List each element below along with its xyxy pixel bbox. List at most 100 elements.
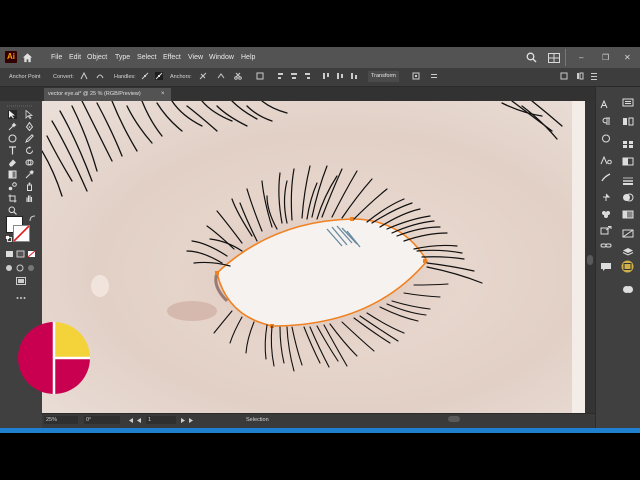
convert-smooth-icon[interactable]: [96, 72, 104, 80]
connect-anchors-icon[interactable]: [217, 72, 225, 80]
menu-type[interactable]: Type: [115, 52, 130, 64]
comments-panel-icon[interactable]: [600, 262, 612, 271]
workspace-grid-icon[interactable]: [548, 53, 560, 63]
cut-path-icon[interactable]: [234, 72, 242, 80]
zoom-level-field[interactable]: 25%: [44, 416, 78, 424]
show-handles-icon[interactable]: [141, 72, 149, 80]
menu-view[interactable]: View: [188, 52, 203, 64]
selection-tool-icon[interactable]: [8, 110, 17, 119]
gradient-panel-icon[interactable]: [622, 210, 634, 219]
anchors-label: Anchors:: [170, 74, 192, 80]
status-tool-text: Selection: [246, 417, 269, 423]
shape-builder-tool-icon[interactable]: [25, 158, 34, 167]
home-icon[interactable]: [22, 52, 33, 63]
pathfinder-panel-icon[interactable]: [622, 285, 634, 294]
swatches-panel-icon[interactable]: [622, 140, 634, 149]
type-tool-icon[interactable]: [8, 146, 17, 155]
layers-panel-icon[interactable]: [622, 247, 634, 256]
eraser-tool-icon[interactable]: [8, 158, 17, 167]
vertical-scroll-thumb[interactable]: [587, 255, 593, 265]
horizontal-scroll-thumb[interactable]: [448, 416, 460, 422]
color-mode-icons[interactable]: [5, 250, 38, 258]
align-middle-icon[interactable]: [336, 72, 344, 80]
align-right-icon[interactable]: [303, 72, 311, 80]
workspace-icon[interactable]: [576, 72, 584, 80]
maximize-button[interactable]: ❐: [602, 52, 609, 64]
export-panel-icon[interactable]: [600, 226, 612, 235]
remove-anchor-icon[interactable]: [199, 72, 207, 80]
panel-menu-icon[interactable]: [590, 72, 598, 80]
align-bottom-icon[interactable]: [350, 72, 358, 80]
magic-wand-tool-icon[interactable]: [8, 122, 17, 131]
pencil-tool-icon[interactable]: [25, 134, 34, 143]
transparency-panel-icon[interactable]: [622, 193, 634, 202]
direct-selection-tool-icon[interactable]: [25, 110, 34, 119]
artboard-number-field[interactable]: 1: [146, 416, 176, 424]
drawing-mode-icons[interactable]: [5, 264, 38, 272]
handles-label: Handles:: [114, 74, 136, 80]
anchor-point-label: Anchor Point: [9, 74, 41, 80]
swap-colors-icon[interactable]: [29, 215, 36, 222]
menu-window[interactable]: Window: [209, 52, 234, 64]
taskbar-accent-strip: [0, 428, 640, 433]
character-panel-icon[interactable]: [600, 100, 612, 109]
menu-edit[interactable]: Edit: [69, 52, 81, 64]
stroke-none-indicator: [13, 225, 30, 242]
stroke-panel-icon[interactable]: [622, 176, 634, 185]
edit-toolbar-icon[interactable]: [16, 296, 26, 300]
artboard-canvas[interactable]: [42, 101, 585, 413]
more-options-icon[interactable]: [430, 72, 438, 80]
properties-panel-icon[interactable]: [622, 98, 634, 107]
screen-mode-icon[interactable]: [16, 277, 26, 285]
symbols-panel-icon[interactable]: [600, 193, 612, 202]
transform-button[interactable]: Transform: [368, 71, 399, 82]
pen-tool-icon[interactable]: [25, 122, 34, 131]
gradient-tool-icon[interactable]: [8, 170, 17, 179]
isolate-path-icon[interactable]: [256, 72, 264, 80]
minimize-button[interactable]: –: [579, 52, 583, 64]
opentype-panel-icon[interactable]: [600, 134, 612, 143]
glyphs-panel-icon[interactable]: [600, 156, 612, 165]
default-colors-icon[interactable]: [5, 235, 12, 242]
document-tab-title: vector eye.ai* @ 25 % (RGB/Preview): [48, 91, 141, 97]
menu-help[interactable]: Help: [241, 52, 255, 64]
menu-effect[interactable]: Effect: [163, 52, 181, 64]
rotation-field[interactable]: 0°: [84, 416, 120, 424]
graphic-styles-panel-icon[interactable]: [600, 210, 612, 219]
zoom-tool-icon[interactable]: [8, 206, 17, 215]
convert-label: Convert:: [53, 74, 74, 80]
links-panel-icon[interactable]: [600, 241, 612, 250]
blend-tool-icon[interactable]: [8, 182, 17, 191]
eyedropper-tool-icon[interactable]: [25, 170, 34, 179]
rotate-tool-icon[interactable]: [25, 146, 34, 155]
artboard-next-icons[interactable]: [178, 417, 198, 424]
artboards-panel-icon[interactable]: [620, 260, 635, 273]
menu-file[interactable]: File: [51, 52, 62, 64]
transform-icon[interactable]: [412, 72, 420, 80]
hide-handles-icon[interactable]: [155, 72, 163, 80]
menu-object[interactable]: Object: [87, 52, 107, 64]
tab-close-button[interactable]: ×: [161, 89, 165, 100]
color-guide-panel-icon[interactable]: [622, 157, 634, 166]
artboard-prev-icons[interactable]: [124, 417, 144, 424]
menu-divider: [565, 49, 566, 66]
align-top-icon[interactable]: [322, 72, 330, 80]
appearance-panel-icon[interactable]: [622, 229, 634, 238]
align-center-icon[interactable]: [290, 72, 298, 80]
brand-logo: [18, 322, 90, 394]
menu-select[interactable]: Select: [137, 52, 156, 64]
eye-artwork: [42, 101, 585, 413]
hand-tool-icon[interactable]: [25, 194, 34, 203]
ellipse-tool-icon[interactable]: [8, 134, 17, 143]
brushes-panel-icon[interactable]: [600, 173, 612, 182]
artboard-tool-icon[interactable]: [8, 194, 17, 203]
align-left-icon[interactable]: [277, 72, 285, 80]
search-icon[interactable]: [526, 52, 537, 63]
arrange-docs-icon[interactable]: [560, 72, 568, 80]
paragraph-panel-icon[interactable]: [600, 117, 612, 126]
convert-corner-icon[interactable]: [80, 72, 88, 80]
app-logo: Ai: [5, 51, 17, 63]
libraries-panel-icon[interactable]: [622, 117, 634, 126]
symbol-sprayer-tool-icon[interactable]: [25, 182, 34, 191]
close-window-button[interactable]: ✕: [624, 52, 631, 64]
